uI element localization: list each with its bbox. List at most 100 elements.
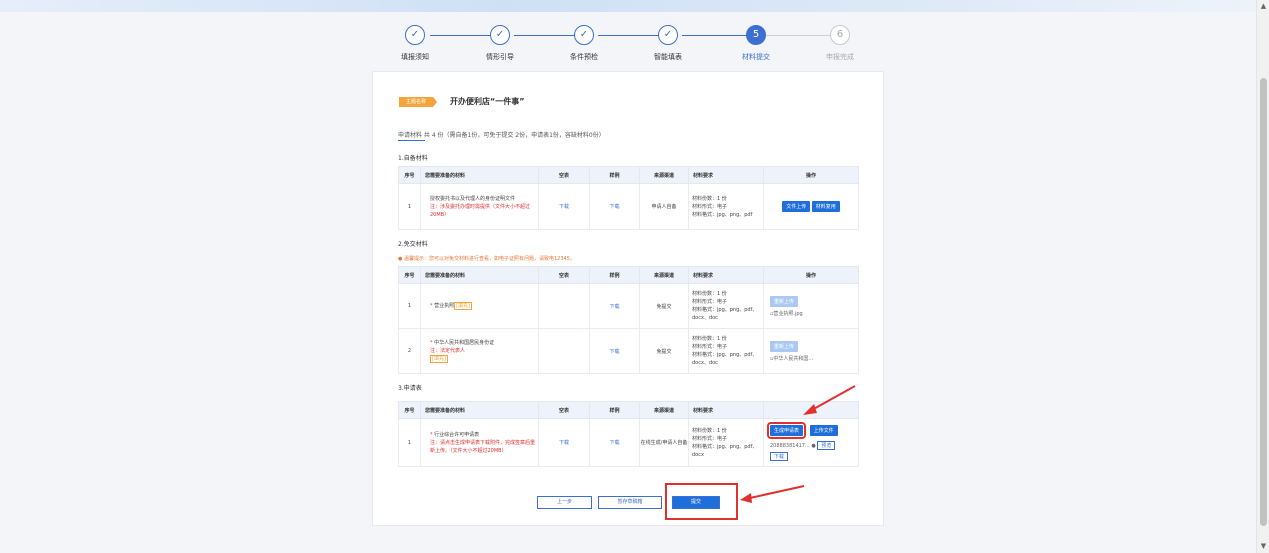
material-name-cell: * 中华人民共和国居民身份证 注：法定代表人 [填充] [420, 328, 539, 374]
progress-stepper: ✓ 填报须知 ✓ 情形引导 ✓ 条件预检 ✓ 智能填表 5 材料提交 6 申报完… [380, 25, 880, 65]
material-note: 注：请点击生成申请表下载附件，完成签章后重新上传。（文件大小不超过20MB） [430, 439, 536, 454]
generate-form-button[interactable]: 生成申请表 [766, 421, 807, 439]
sample-download-link[interactable]: 下载 [609, 349, 619, 355]
row-no: 1 [398, 418, 421, 467]
table-row: 1 * 营业执照 [填充] 下载 免提交 材料份数：1 份 材料形式：电子 材料格… [398, 283, 859, 329]
save-draft-button[interactable]: 暂存草稿箱 [598, 496, 662, 509]
req-form: 材料形式：电子 [692, 435, 728, 442]
row-no: 1 [398, 183, 421, 230]
section-title-form: 3.申请表 [398, 385, 422, 392]
requirements: 材料份数：1 份 材料形式：电子 材料格式：jpg、png、pdf、docx、d… [688, 328, 764, 374]
table-row: 1 授权委托书以及代理人的身份证明文件 注：涉及委托办理时需提供（文件大小不超过… [398, 183, 859, 230]
annotation-arrow-icon [803, 385, 856, 415]
check-icon: ✓ [658, 25, 678, 45]
material-name: 行业综合许可申请表 [434, 431, 480, 438]
download-button[interactable]: 下载 [770, 451, 789, 461]
requirements: 材料份数：1 份 材料形式：电子 材料格式：jpg、png、pdf、docx、d… [688, 283, 764, 329]
req-form: 材料形式：电子 [692, 203, 728, 210]
col-sample: 样例 [589, 166, 640, 184]
sample-download-link[interactable]: 下载 [609, 440, 619, 446]
col-op: 操作 [763, 266, 859, 284]
req-count: 材料份数：1 份 [692, 195, 727, 202]
col-sample: 样例 [589, 266, 640, 284]
req-format: 材料格式：jpg、png、pdf、docx [692, 443, 758, 458]
req-count: 材料份数：1 份 [692, 336, 727, 342]
col-no: 序号 [398, 266, 421, 284]
sample-download-link[interactable]: 下载 [609, 204, 619, 210]
blank-download-link[interactable]: 下载 [559, 440, 569, 446]
delete-icon[interactable]: ● [811, 443, 815, 449]
uploaded-file-name[interactable]: 20888381417... [770, 443, 810, 449]
page-scrollbar[interactable]: ▲ ▼ [1256, 0, 1269, 553]
col-no: 序号 [398, 166, 421, 184]
reupload-button[interactable]: 重新上传 [770, 340, 799, 352]
sample-download-link[interactable]: 下载 [609, 304, 619, 310]
reupload-button[interactable]: 重新上传 [770, 295, 799, 307]
col-blank: 空表 [538, 401, 590, 419]
col-name: 您需要准备的材料 [420, 266, 539, 284]
section-title-exempt: 2.免交材料 [398, 241, 428, 248]
source: 申请人自备 [639, 183, 689, 230]
section-title-self: 1.自备材料 [398, 155, 428, 162]
step-5-current: 5 材料提交 [716, 25, 796, 62]
step-label: 情形引导 [486, 53, 514, 61]
source: 免提交 [639, 328, 689, 374]
preview-button[interactable]: 预览 [817, 440, 836, 450]
col-req: 材料要求 [688, 266, 764, 284]
annotation-arrow-icon [740, 485, 805, 503]
material-name-cell: * 行业综合许可申请表 注：请点击生成申请表下载附件，完成签章后重新上传。（文件… [420, 418, 539, 467]
file-upload-button[interactable]: 文件上传 [782, 201, 811, 212]
prev-step-button[interactable]: 上一步 [537, 496, 592, 509]
row-no: 1 [398, 283, 421, 329]
blank-cell [538, 328, 590, 374]
check-icon: ✓ [490, 25, 510, 45]
exempt-tip-text: 温馨提示：您可以对免交材料进行查看，如电子证照有问题，请致电12345。 [403, 256, 575, 262]
exempt-materials-table: 序号 您需要准备的材料 空表 样例 来源渠道 材料要求 操作 1 * 营业执照[… [398, 266, 859, 374]
table-row: 1 * 行业综合许可申请表 注：请点击生成申请表下载附件，完成签章后重新上传。（… [398, 418, 859, 467]
step-label: 智能填表 [654, 53, 682, 61]
step-label: 材料提交 [742, 53, 770, 61]
req-format: 材料格式：jpg、png、pdf、docx、doc [692, 352, 758, 366]
req-form: 材料形式：电子 [692, 299, 728, 305]
col-source: 来源渠道 [639, 401, 689, 419]
material-name: 授权委托书以及代理人的身份证明文件 [430, 195, 516, 202]
scroll-thumb[interactable] [1260, 78, 1267, 526]
fill-tag[interactable]: [填充] [430, 355, 448, 363]
step-number: 6 [830, 25, 850, 45]
material-name: 中华人民共和国居民身份证 [434, 340, 495, 346]
material-name-cell: 授权委托书以及代理人的身份证明文件 注：涉及委托办理时需提供（文件大小不超过20… [420, 183, 539, 230]
source: 在线生成/申请人自备 [639, 418, 689, 467]
step-4: ✓ 智能填表 [628, 25, 708, 62]
requirements: 材料份数：1 份 材料形式：电子 材料格式：jpg、png、pdf、docx [688, 418, 764, 467]
table-row: 2 * 中华人民共和国居民身份证 注：法定代表人 [填充] 下载 免提交 材料份… [398, 328, 859, 374]
req-count: 材料份数：1 份 [692, 291, 727, 297]
fill-tag[interactable]: [填充] [454, 302, 473, 310]
step-6: 6 申报完成 [800, 25, 880, 62]
scroll-down-arrow-icon[interactable]: ▼ [1257, 540, 1269, 553]
uploaded-file-name[interactable]: 营业执照.jpg [773, 311, 802, 317]
step-label: 条件预检 [570, 53, 598, 61]
req-count: 材料份数：1 份 [692, 427, 727, 434]
col-req: 材料要求 [688, 166, 764, 184]
step-2: ✓ 情形引导 [460, 25, 540, 62]
material-reuse-button[interactable]: 材料复用 [811, 201, 840, 212]
col-source: 来源渠道 [639, 166, 689, 184]
req-format: 材料格式：jpg、png、pdf [692, 211, 753, 218]
req-format: 材料格式：jpg、png、pdf、docx、doc [692, 307, 758, 321]
col-sample: 样例 [589, 401, 640, 419]
scroll-up-arrow-icon[interactable]: ▲ [1257, 0, 1269, 13]
uploaded-file-name[interactable]: 中华人民共和国... [773, 356, 813, 362]
step-number: 5 [746, 25, 766, 45]
self-materials-table: 序号 您需要准备的材料 空表 样例 来源渠道 材料要求 操作 1 授权委托书以及… [398, 166, 859, 230]
material-submit-card: 主题名称 开办便利店“一件事” 申请材料 共 4 份（需自备1份，可免于提交 2… [372, 71, 884, 526]
col-name: 您需要准备的材料 [420, 166, 539, 184]
step-1: ✓ 填报须知 [375, 25, 455, 62]
requirements: 材料份数：1 份 材料形式：电子 材料格式：jpg、png、pdf [688, 183, 764, 230]
submit-highlight-box [665, 483, 738, 520]
source: 免提交 [639, 283, 689, 329]
col-req: 材料要求 [688, 401, 764, 419]
materials-summary-tab[interactable]: 申请材料 共 4 份（需自备1份，可免于提交 2份，申请表1份，容缺材料0份） [398, 130, 605, 139]
col-no: 序号 [398, 401, 421, 419]
upload-file-button[interactable]: 上传文件 [809, 424, 838, 436]
blank-download-link[interactable]: 下载 [559, 204, 569, 210]
